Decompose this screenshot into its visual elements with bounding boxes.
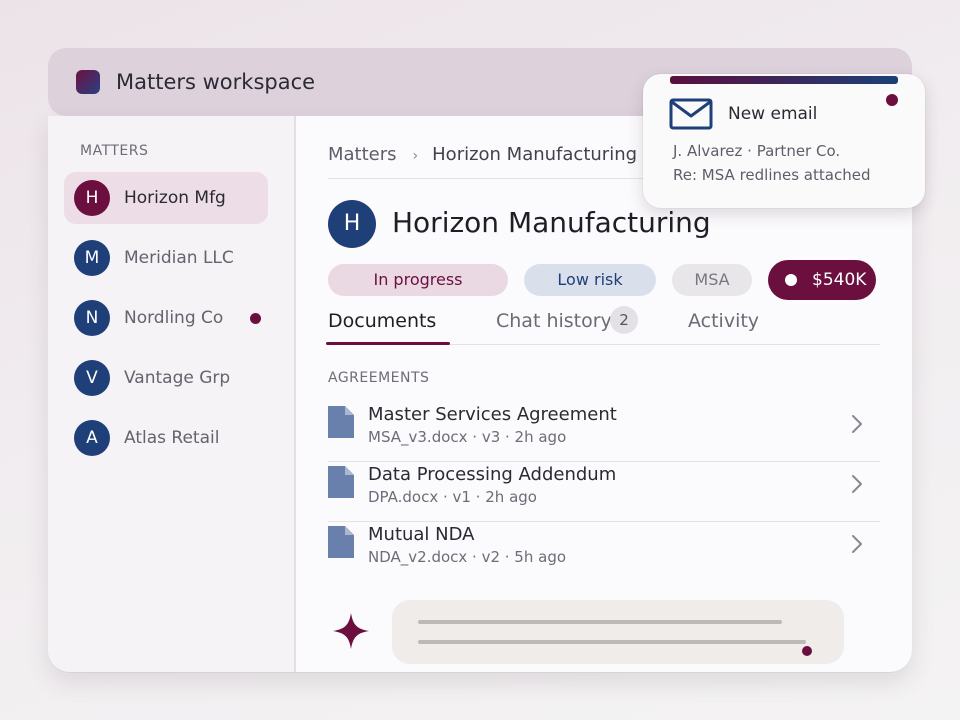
active-tab-indicator (326, 342, 450, 345)
sidebar-item-label: Vantage Grp (124, 368, 231, 388)
sparkle-icon[interactable] (332, 612, 370, 650)
email-notification-toast[interactable]: New email J. Alvarez · Partner Co. Re: M… (643, 74, 925, 208)
sidebar-item-meridian-llc[interactable]: M Meridian LLC (64, 232, 268, 284)
document-meta: MSA_v3.docx · v3 · 2h ago (368, 428, 567, 446)
sidebar-item-atlas-retail[interactable]: A Atlas Retail (64, 412, 268, 464)
notification-subject: Re: MSA redlines attached (673, 166, 871, 184)
breadcrumb-current: Horizon Manufacturing (432, 144, 638, 165)
app-logo-icon (76, 70, 100, 94)
document-icon (328, 406, 354, 438)
sidebar-item-label: Horizon Mfg (124, 188, 226, 208)
document-icon (328, 466, 354, 498)
document-meta: DPA.docx · v1 · 2h ago (368, 488, 537, 506)
matter-type-badge: MSA (672, 264, 752, 296)
notification-title: New email (728, 104, 818, 124)
sidebar-item-nordling-co[interactable]: N Nordling Co (64, 292, 268, 344)
chevron-right-icon[interactable] (850, 534, 864, 554)
matter-value: $540K (812, 270, 867, 290)
document-title: Data Processing Addendum (368, 464, 617, 485)
mail-icon (669, 98, 713, 130)
chevron-right-icon[interactable] (850, 414, 864, 434)
document-row[interactable]: Master Services Agreement MSA_v3.docx · … (328, 402, 880, 462)
notification-accent-bar (670, 76, 898, 84)
value-dot-icon (785, 274, 797, 286)
app-title: Matters workspace (116, 70, 316, 94)
chat-history-count-badge: 2 (610, 306, 638, 334)
breadcrumb: Matters › Horizon Manufacturing (328, 144, 637, 165)
page-title: Horizon Manufacturing (392, 206, 711, 239)
risk-badge: Low risk (524, 264, 656, 296)
document-meta: NDA_v2.docx · v2 · 5h ago (368, 548, 567, 566)
avatar: M (74, 240, 110, 276)
sidebar-item-horizon-mfg[interactable]: H Horizon Mfg (64, 172, 268, 224)
avatar: V (74, 360, 110, 396)
typing-indicator-dot (802, 646, 812, 656)
sidebar-item-label: Nordling Co (124, 308, 224, 328)
document-row[interactable]: Mutual NDA NDA_v2.docx · v2 · 5h ago (328, 522, 880, 582)
tab-activity[interactable]: Activity (688, 310, 759, 332)
document-title: Mutual NDA (368, 524, 475, 545)
matter-value-badge: $540K (768, 260, 876, 300)
breadcrumb-separator: › (412, 148, 419, 164)
sidebar-section-label: MATTERS (80, 143, 149, 159)
document-row[interactable]: Data Processing Addendum DPA.docx · v1 ·… (328, 462, 880, 522)
sidebar-item-label: Meridian LLC (124, 248, 234, 268)
tab-documents[interactable]: Documents (328, 310, 436, 332)
avatar: N (74, 300, 110, 336)
documents-section-label: AGREEMENTS (328, 370, 430, 386)
document-title: Master Services Agreement (368, 404, 617, 425)
assistant-composer-input[interactable] (392, 600, 844, 664)
matter-avatar: H (328, 200, 376, 248)
tab-chat-history[interactable]: Chat history (496, 310, 612, 332)
sidebar: MATTERS H Horizon Mfg M Meridian LLC N N… (48, 116, 296, 672)
chevron-right-icon[interactable] (850, 474, 864, 494)
placeholder-line (418, 620, 782, 624)
unread-indicator (886, 94, 898, 106)
status-badge: In progress (328, 264, 508, 296)
avatar: H (74, 180, 110, 216)
sidebar-item-label: Atlas Retail (124, 428, 220, 448)
sidebar-item-vantage-grp[interactable]: V Vantage Grp (64, 352, 268, 404)
placeholder-line (418, 640, 806, 644)
avatar: A (74, 420, 110, 456)
document-icon (328, 526, 354, 558)
notification-sender: J. Alvarez · Partner Co. (673, 142, 841, 160)
unread-indicator (250, 313, 261, 324)
breadcrumb-matters-link[interactable]: Matters (328, 144, 397, 165)
